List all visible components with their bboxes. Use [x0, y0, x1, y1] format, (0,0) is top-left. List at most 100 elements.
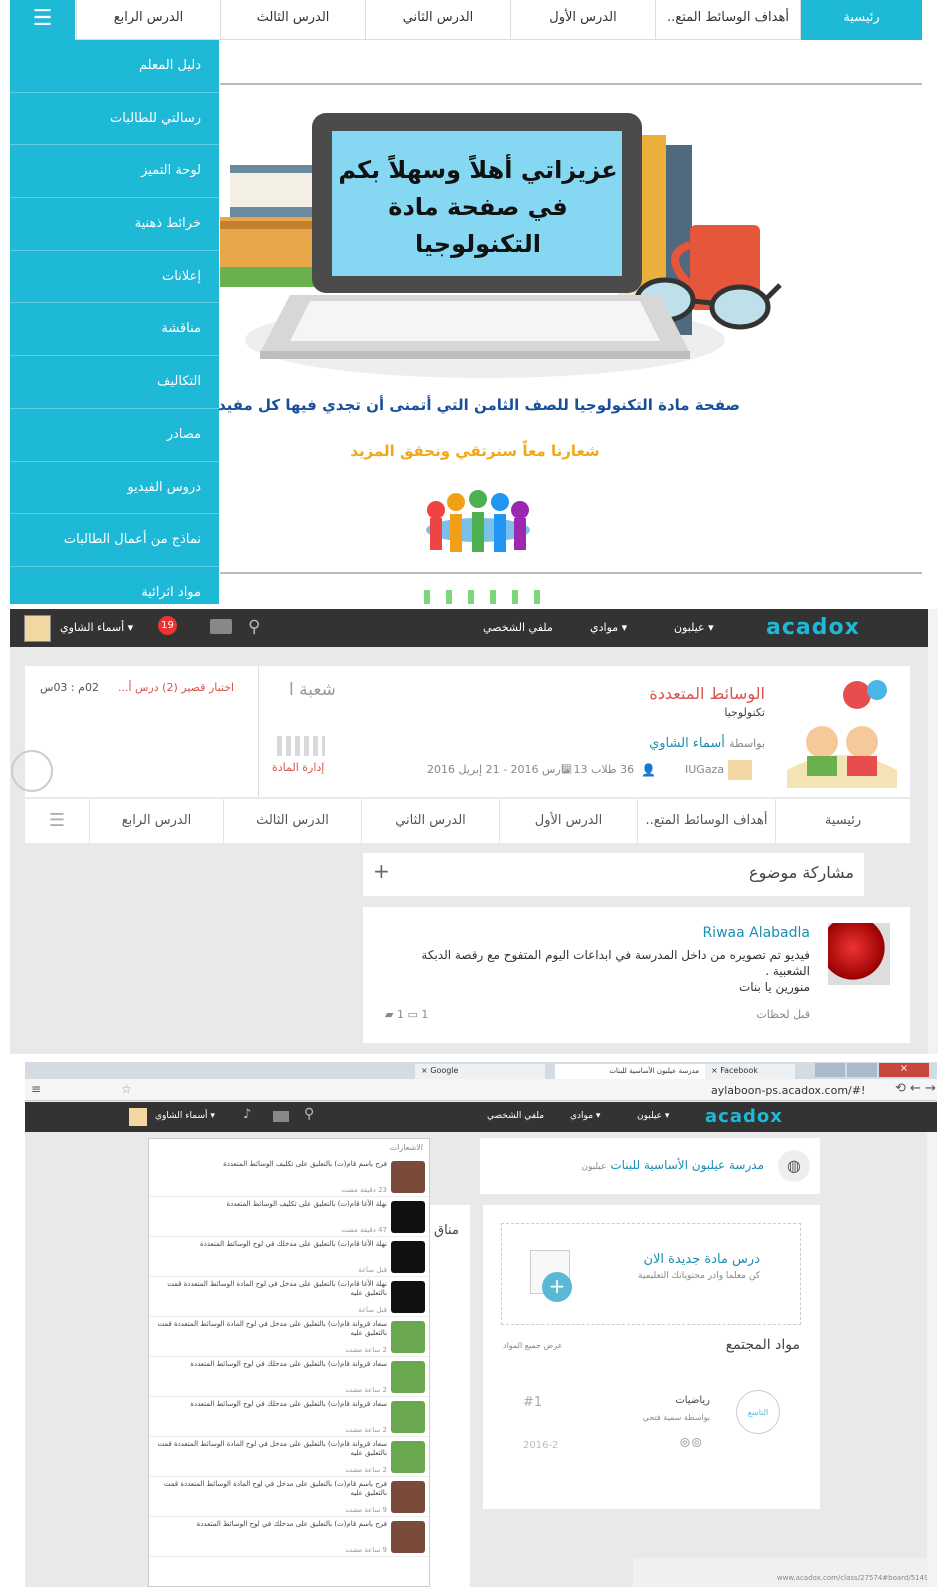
post-author-avatar[interactable] [828, 923, 890, 985]
menu-school[interactable]: عيلبون ▾ [674, 621, 714, 634]
add-course-icon[interactable]: + [542, 1272, 572, 1302]
top-navigation: رئيسية أهداف الوسائط المتع.. الدرس الأول… [10, 0, 922, 40]
side-item-teacher-guide[interactable]: دليل المعلم [10, 40, 219, 93]
tab-objectives[interactable]: أهداف الوسائط المتع.. [655, 0, 800, 40]
tab-lesson-1[interactable]: الدرس الأول [510, 0, 655, 40]
notification-avatar [391, 1241, 425, 1273]
tab-lesson-3[interactable]: الدرس الثالث [223, 799, 361, 843]
mail-icon[interactable] [273, 1111, 289, 1122]
like-icon[interactable]: ▭ [407, 1008, 417, 1021]
notification-item[interactable]: فرح باسم قام(ت) بالتعليق على مدخلك في لو… [149, 1517, 429, 1557]
notification-avatar [391, 1201, 425, 1233]
star-icon[interactable]: ☆ [121, 1082, 132, 1096]
back-icon[interactable]: ⟲ ← → [895, 1081, 936, 1096]
menu-profile[interactable]: ملفي الشخصي [487, 1111, 544, 1121]
course-name[interactable]: رياضيات [675, 1395, 710, 1406]
side-item-video-lessons[interactable]: دروس الفيديو [10, 462, 219, 515]
manage-course-link[interactable]: إدارة المادة [272, 761, 324, 774]
course-author[interactable]: أسماء الشاوي [649, 736, 725, 751]
notifications-dropdown: الاشعارات فرح باسم قام(ت) بالتعليق على ت… [148, 1138, 430, 1587]
notification-item[interactable]: سعاد قروانة قام(ت) بالتعليق على مدخلك في… [149, 1397, 429, 1437]
menu-my-courses[interactable]: موادي ▾ [570, 1111, 600, 1121]
menu-profile[interactable]: ملفي الشخصي [483, 621, 553, 634]
plus-icon[interactable]: + [373, 859, 390, 883]
notification-text: فرح باسم قام(ت) بالتعليق على تكليف الوسا… [223, 1160, 387, 1168]
notification-badge[interactable]: 19 [158, 616, 177, 635]
notification-item[interactable]: فرح باسم قام(ت) بالتعليق على تكليف الوسا… [149, 1157, 429, 1197]
avatar[interactable] [24, 615, 51, 642]
search-icon[interactable]: ⚲ [304, 1106, 314, 1122]
post-author[interactable]: Riwaa Alabadla [702, 925, 810, 941]
browser-menu-icon[interactable]: ≡ [31, 1082, 41, 1096]
notification-text: نهلة الأغا قام(ت) بالتعليق على تكليف الو… [226, 1200, 387, 1208]
course-tabs: رئيسية أهداف الوسائط المتع.. الدرس الأول… [25, 799, 910, 843]
browser-tab-google[interactable]: × Google [415, 1064, 545, 1079]
bell-icon[interactable]: ♪ [243, 1107, 251, 1122]
tab-lesson-4[interactable]: الدرس الرابع [76, 0, 220, 40]
notification-time: قبل ساعة [358, 1306, 387, 1314]
notification-time: 9 ساعة مضت [345, 1506, 387, 1514]
notification-text: سعاد قروانة قام(ت) بالتعليق على مدخلك في… [190, 1400, 387, 1408]
quiz-link[interactable]: اختبار قصير (2) درس أ... [118, 681, 234, 694]
view-all-courses-link[interactable]: عرض جميع المواد [503, 1341, 562, 1350]
tab-lesson-4[interactable]: الدرس الرابع [89, 799, 223, 843]
course-header-card: الوسائط المتعددة تكنولوجيا بواسطة أسماء … [11, 666, 910, 797]
search-icon[interactable]: ⚲ [248, 617, 260, 637]
tab-objectives[interactable]: أهداف الوسائط المتع.. [637, 799, 775, 843]
acadox-logo[interactable]: acadox [705, 1106, 783, 1127]
tab-lesson-3[interactable]: الدرس الثالث [220, 0, 365, 40]
school-title[interactable]: مدرسة عيلبون الأساسية للبنات عيلبون [581, 1158, 764, 1172]
close-button[interactable]: × [879, 1063, 929, 1077]
notification-text: فرح باسم قام(ت) بالتعليق على مدخلك في لو… [196, 1520, 387, 1528]
tab-lesson-2[interactable]: الدرس الثاني [365, 0, 510, 40]
post-card: Riwaa Alabadla فيديو تم تصويره من داخل ا… [363, 907, 910, 1043]
notification-item[interactable]: فرح باسم قام(ت) بالتعليق على مدخل في لوح… [149, 1477, 429, 1517]
notification-item[interactable]: سعاد قروانة قام(ت) بالتعليق على مدخلك في… [149, 1357, 429, 1397]
minimize-button[interactable] [815, 1063, 845, 1077]
tab-home[interactable]: رئيسية [800, 0, 922, 40]
notification-item[interactable]: نهلة الأغا قام(ت) بالتعليق على مدخل في ل… [149, 1277, 429, 1317]
welcome-line: صفحة مادة التكنولوجيا للصف الثامن التي أ… [217, 396, 740, 414]
acadox-logo[interactable]: acadox [766, 615, 860, 640]
avatar[interactable] [129, 1108, 147, 1126]
menu-my-courses[interactable]: موادي ▾ [590, 621, 627, 634]
side-item-resources[interactable]: مصادر [10, 409, 219, 462]
side-item-enrichment[interactable]: مواد اثرائية [10, 567, 219, 604]
address-bar[interactable]: aylaboon-ps.acadox.com/#! [711, 1084, 865, 1097]
comment-icon[interactable]: ▰ [385, 1008, 393, 1021]
side-item-mind-maps[interactable]: خرائط ذهنية [10, 198, 219, 251]
notification-item[interactable]: نهلة الأغا قام(ت) بالتعليق على مدخلك في … [149, 1237, 429, 1277]
section-label: شعبة ا [289, 680, 336, 700]
share-topic-box[interactable]: مشاركة موضوع + [363, 853, 864, 896]
side-item-discussion[interactable]: مناقشة [10, 303, 219, 357]
hamburger-menu-icon[interactable]: ☰ [10, 0, 75, 40]
notification-time: 47 دقيقة مضت [341, 1226, 387, 1234]
notification-text: سعاد قروانة قام(ت) بالتعليق على مدخلك في… [190, 1360, 387, 1368]
menu-school[interactable]: عيلبون ▾ [637, 1111, 669, 1121]
side-item-messages[interactable]: رسالتي للطالبات [10, 93, 219, 146]
tab-lesson-2[interactable]: الدرس الثاني [361, 799, 499, 843]
new-course-title[interactable]: درس مادة جديدة الان [643, 1252, 760, 1267]
side-item-student-work[interactable]: نماذج من أعمال الطالبات [10, 514, 219, 567]
green-bars [424, 590, 549, 604]
notification-item[interactable]: سعاد قروانة قام(ت) بالتعليق على مدخل في … [149, 1317, 429, 1357]
browser-tab-school[interactable]: مدرسة عيلبون الأساسية للبنات [555, 1064, 705, 1079]
notification-item[interactable]: نهلة الأغا قام(ت) بالتعليق على تكليف الو… [149, 1197, 429, 1237]
side-item-assignments[interactable]: التكاليف [10, 356, 219, 409]
scrollbar[interactable] [927, 1132, 937, 1587]
browser-tab-facebook[interactable]: × Facebook [705, 1064, 795, 1079]
tab-home[interactable]: رئيسية [775, 799, 910, 843]
tab-lesson-1[interactable]: الدرس الأول [499, 799, 637, 843]
notification-item[interactable]: سعاد قروانة قام(ت) بالتعليق على مدخل في … [149, 1437, 429, 1477]
new-course-box[interactable]: + درس مادة جديدة الان كن معلما وادر محتو… [501, 1223, 801, 1325]
mail-icon[interactable] [210, 619, 232, 634]
side-item-honor-board[interactable]: لوحة التميز [10, 145, 219, 199]
user-menu[interactable]: أسماء الشاوي ▾ [60, 621, 133, 634]
user-menu[interactable]: أسماء الشاوي ▾ [155, 1111, 215, 1121]
browser-toolbar: ≡ ☆ aylaboon-ps.acadox.com/#! ⟲ ← → [25, 1079, 937, 1101]
scrollbar[interactable] [928, 609, 938, 1054]
menu-icon[interactable]: ☰ [25, 799, 89, 843]
course-title[interactable]: الوسائط المتعددة [649, 684, 765, 703]
maximize-button[interactable] [847, 1063, 877, 1077]
side-item-announcements[interactable]: إعلانات [10, 251, 219, 304]
